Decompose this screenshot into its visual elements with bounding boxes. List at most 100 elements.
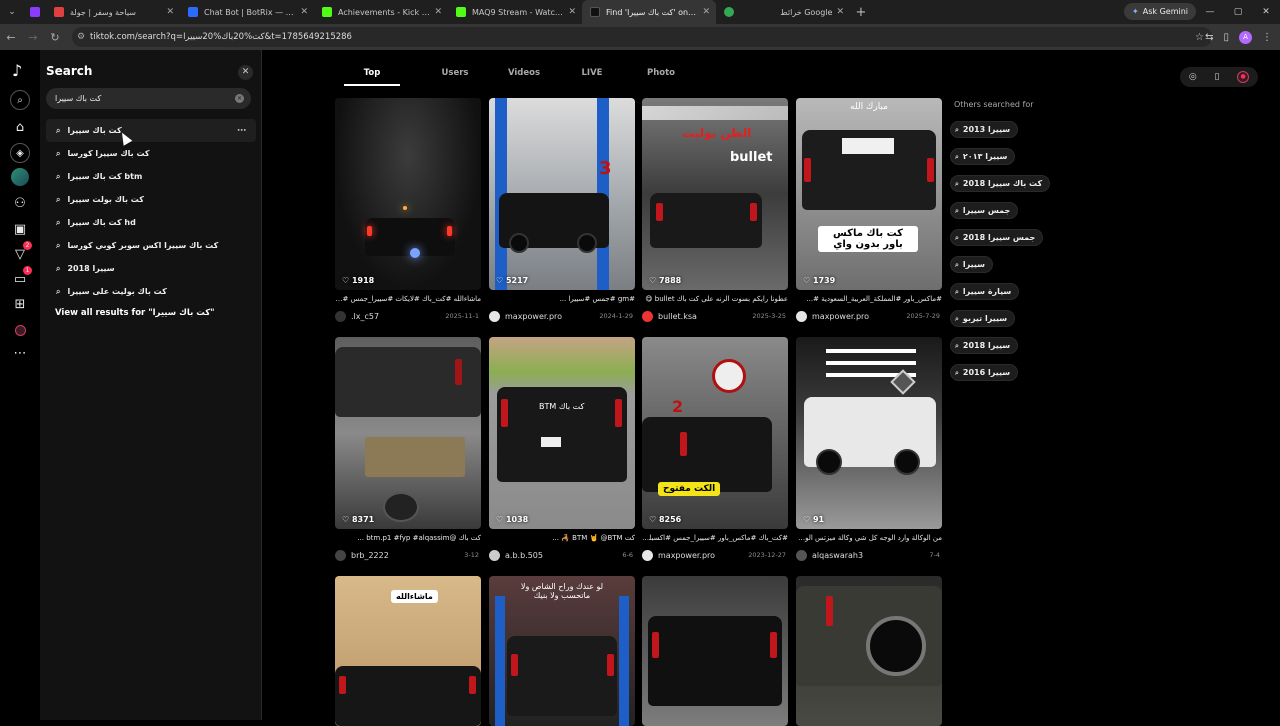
video-card[interactable]: BTM كت باك ♡ 1038 كت BTM 🤘 @BTM 🦂 ... a.… [489,337,635,561]
video-thumbnail[interactable] [642,576,788,726]
video-thumbnail[interactable]: BTM كت باك ♡ 1038 [489,337,635,529]
related-search-chip[interactable]: ⌕ سييرا 2013 [950,121,1019,138]
coin-icon[interactable]: ◎ [1189,72,1197,82]
video-card[interactable]: ماشاءالله [335,576,481,726]
video-thumbnail[interactable] [796,576,942,726]
view-all-results-link[interactable]: View all results for "كت باك سييرا" [55,308,215,318]
video-card[interactable]: 2 الكت مفتوح ♡ 8256 #كت_باك #ماكس_باور #… [642,337,788,561]
user-avatar[interactable]: ● [1237,71,1250,83]
related-search-chip[interactable]: ⌕ سييرا تيربو [950,310,1016,327]
username[interactable]: maxpower.pro [505,312,562,321]
tab-users[interactable]: Users [414,62,496,86]
maximize-icon[interactable]: ▢ [1224,0,1252,24]
close-icon[interactable]: ✕ [568,7,576,17]
tab-2[interactable]: Achievements - Kick Dashboard ✕ [314,0,448,24]
avatar[interactable] [642,549,653,561]
username[interactable]: brb_2222 [351,551,389,560]
video-card[interactable] [796,576,942,726]
bookmark-star-icon[interactable]: ☆ [1195,32,1204,43]
close-icon[interactable]: ✕ [434,7,442,17]
suggestion-item[interactable]: ⌕ كت باك بوليت على سييرا [46,280,256,303]
suggestion-item[interactable]: ⌕ كت باك بولت سييرا [46,188,256,211]
video-thumbnail[interactable]: ♡ 91 [796,337,942,529]
tab-3[interactable]: MAQ9 Stream - Watch Live on ... ✕ [448,0,582,24]
forward-icon[interactable]: → [22,31,44,44]
tab-photo[interactable]: Photo [632,62,690,86]
avatar[interactable] [489,549,500,561]
username[interactable]: maxpower.pro [812,312,869,321]
back-icon[interactable]: ← [0,31,22,44]
video-caption[interactable]: عطونا رايكم بسوت الرنه على كت باك bullet… [642,295,788,304]
avatar[interactable] [335,310,346,322]
suggestion-item[interactable]: ⌕ كت باك سييرا اكس سوبر كوبي كورسا [46,234,256,257]
tab-pinned[interactable] [24,0,46,24]
minimize-icon[interactable]: — [1196,0,1224,24]
avatar[interactable] [796,310,807,322]
tab-top[interactable]: Top [344,62,400,86]
related-search-chip[interactable]: ⌕ كت باك سييرا 2018 [950,175,1051,192]
live-icon[interactable]: ▣ [10,219,30,239]
video-thumbnail[interactable]: ♡ 1918 [335,98,481,290]
avatar[interactable] [642,310,653,322]
suggestion-item[interactable]: ⌕ سييرا 2018 [46,257,256,280]
suggestion-item[interactable]: ⌕ كت باك سييرا كورسا [46,142,256,165]
close-icon[interactable]: ✕ [300,7,308,17]
home-icon[interactable]: ⌂ [10,117,30,137]
search-icon[interactable]: ⌕ [10,90,30,110]
video-card[interactable] [642,576,788,726]
device-icon[interactable]: ▯ [1214,72,1219,82]
close-icon[interactable]: ✕ [702,7,710,17]
close-icon[interactable]: ✕ [166,7,174,17]
suggestion-item[interactable]: ⌕ كت باك سييرا btm [46,165,256,188]
related-search-chip[interactable]: ⌕ سييرا 2018 [950,337,1019,354]
related-search-chip[interactable]: ⌕ سيارة سييرا [950,283,1020,300]
tab-4-active[interactable]: Find 'كت باك سييرا' on TikTok | T... ✕ [582,0,716,24]
video-caption[interactable]: #كت_باك #ماكس_باور #سييرا_جمس #اكسبلور .… [642,534,788,543]
tab-5[interactable]: خرائط Google ✕ [716,0,850,24]
username[interactable]: maxpower.pro [658,551,715,560]
plus-square-icon[interactable]: ⊞ [10,294,30,314]
video-card[interactable]: ♡ 8371 كت باك @btm.p1 #fyp #alqassim ...… [335,337,481,561]
video-thumbnail[interactable]: 3 ♡ 5217 [489,98,635,290]
more-icon[interactable]: ⋯ [10,343,30,363]
video-thumbnail[interactable]: 2 الكت مفتوح ♡ 8256 [642,337,788,529]
close-icon[interactable]: ✕ [238,65,253,80]
tab-search-icon[interactable]: ⌄ [0,0,24,24]
video-thumbnail[interactable]: ♡ 8371 [335,337,481,529]
video-thumbnail[interactable]: مبارك الله كت باك ماكس باور بدون واي ♡ 1… [796,98,942,290]
related-search-chip[interactable]: ⌕ سييرا ٢٠١٣ [950,148,1016,165]
ask-gemini-button[interactable]: ✦ Ask Gemini [1124,3,1196,20]
reload-icon[interactable]: ↻ [44,31,66,44]
video-caption[interactable]: من الوكالة وارد الوجه كل شي وكالة ميزتس … [796,534,942,543]
search-input[interactable]: كت باك سييرا ✕ [46,88,251,109]
related-search-chip[interactable]: ⌕ جمس سييرا [950,202,1019,219]
tab-live[interactable]: LIVE [552,62,632,86]
video-thumbnail[interactable]: الطن بوليت bullet ♡ 7888 [642,98,788,290]
video-card[interactable]: ♡ 1918 ماشاءالله #كت_باك #لايكات #سييرا_… [335,98,481,322]
video-thumbnail[interactable]: ماشاءالله [335,576,481,726]
video-card[interactable]: 3 ♡ 5217 #gm #جمس #سييرا ... maxpower.pr… [489,98,635,322]
video-caption[interactable]: كت باك @btm.p1 #fyp #alqassim ... [335,534,481,543]
username[interactable]: alqaswarah3 [812,551,863,560]
extensions-icon[interactable]: ▯ [1223,32,1229,43]
suggestion-item[interactable]: ⌕ كت باك سييرا hd [46,211,256,234]
clear-icon[interactable]: ✕ [235,94,244,103]
video-card[interactable]: لو عندك وراح الشاص ولا ماتحسب ولا بنيك [489,576,635,726]
video-card[interactable]: ♡ 91 من الوكالة وارد الوجه كل شي وكالة م… [796,337,942,561]
tab-0[interactable]: سياحة وسفر | جولة ✕ [46,0,180,24]
menu-icon[interactable]: ⋮ [1262,32,1272,43]
profile-avatar[interactable]: A [1239,30,1252,44]
tiktok-logo-icon[interactable]: ♪ [12,61,28,80]
url-bar[interactable]: ⚙ tiktok.com/search?q=كت%20باك%20سييرا&t… [72,27,1212,47]
related-search-chip[interactable]: ⌕ سييرا 2016 [950,364,1019,381]
message-icon[interactable]: ▭ 1 [10,266,32,289]
username[interactable]: bullet.ksa [658,312,697,321]
username[interactable]: a.b.b.505 [505,551,543,560]
compass-icon[interactable]: ◈ [10,143,30,163]
following-avatar[interactable] [11,168,29,186]
avatar[interactable] [335,549,346,561]
activity-icon[interactable]: ▽ 2 [10,241,32,264]
video-caption[interactable]: كت BTM 🤘 @BTM 🦂 ... [489,534,635,543]
tab-1[interactable]: Chat Bot | BotRix — Cloud Stre... ✕ [180,0,314,24]
video-caption[interactable]: #ماكس_باور #المملكة_العربية_السعودية #..… [796,295,942,304]
